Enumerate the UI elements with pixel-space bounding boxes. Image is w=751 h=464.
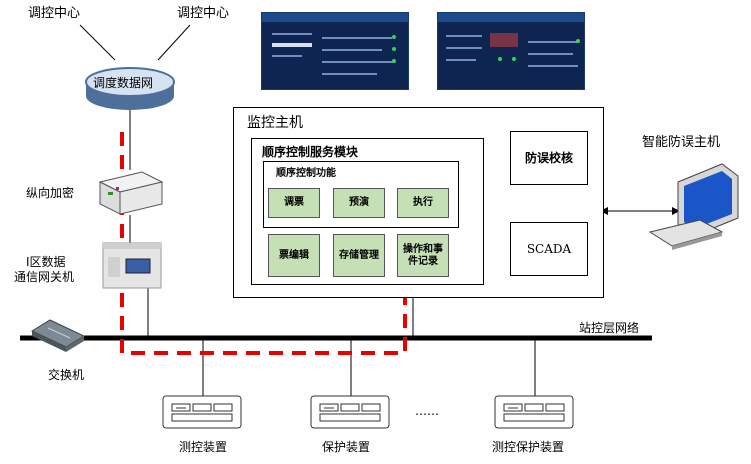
center-left-label: 调控中心 <box>28 6 81 21</box>
sequence-control-module-title: 顺序控制服务模块 <box>262 145 359 159</box>
computer-icon <box>648 163 739 250</box>
ticket-edit-module[interactable]: 票编辑 <box>268 234 320 277</box>
anti-misoperation-host-label: 智能防误主机 <box>642 135 721 150</box>
encryption-device-icon <box>98 171 164 215</box>
preview-button[interactable]: 预演 <box>333 188 385 218</box>
anti-misoperation-check-box[interactable]: 防误校核 <box>510 131 588 185</box>
field-device-3 <box>494 395 574 429</box>
retrieve-ticket-button[interactable]: 调票 <box>268 188 320 218</box>
diagram: 调控中心 调控中心 调度数据网 纵向加密 I区数据 通信网关机 交换机 智能防误… <box>0 0 751 464</box>
station-network-label: 站控层网络 <box>579 321 640 335</box>
protection-label: 保护装置 <box>322 440 371 454</box>
execute-button[interactable]: 执行 <box>397 188 449 218</box>
line-center-right <box>157 24 191 61</box>
dispatch-network-label: 调度数据网 <box>93 76 154 90</box>
storage-management-module[interactable]: 存储管理 <box>333 234 385 277</box>
screen-left <box>261 12 409 90</box>
gateway-label-2: 通信网关机 <box>14 270 75 284</box>
encryption-label: 纵向加密 <box>26 186 75 200</box>
measure-control-label: 测控装置 <box>179 440 228 454</box>
sequence-control-function-title: 顺序控制功能 <box>276 168 336 179</box>
switch-label: 交换机 <box>48 368 85 382</box>
switch-icon <box>30 319 86 352</box>
field-device-1 <box>162 395 242 429</box>
gateway-device-icon <box>102 242 162 289</box>
monitor-host-title: 监控主机 <box>247 115 303 131</box>
screen-right <box>437 12 585 90</box>
line-center-left <box>79 24 116 61</box>
operation-event-log-module[interactable]: 操作和事件记录 <box>397 234 449 277</box>
ellipsis-label: …… <box>415 404 439 418</box>
gateway-label-1: I区数据 <box>26 255 66 269</box>
measure-protection-label: 测控保护装置 <box>492 440 565 454</box>
field-device-2 <box>310 395 390 429</box>
scada-box[interactable]: SCADA <box>510 222 588 276</box>
center-right-label: 调控中心 <box>177 6 230 21</box>
